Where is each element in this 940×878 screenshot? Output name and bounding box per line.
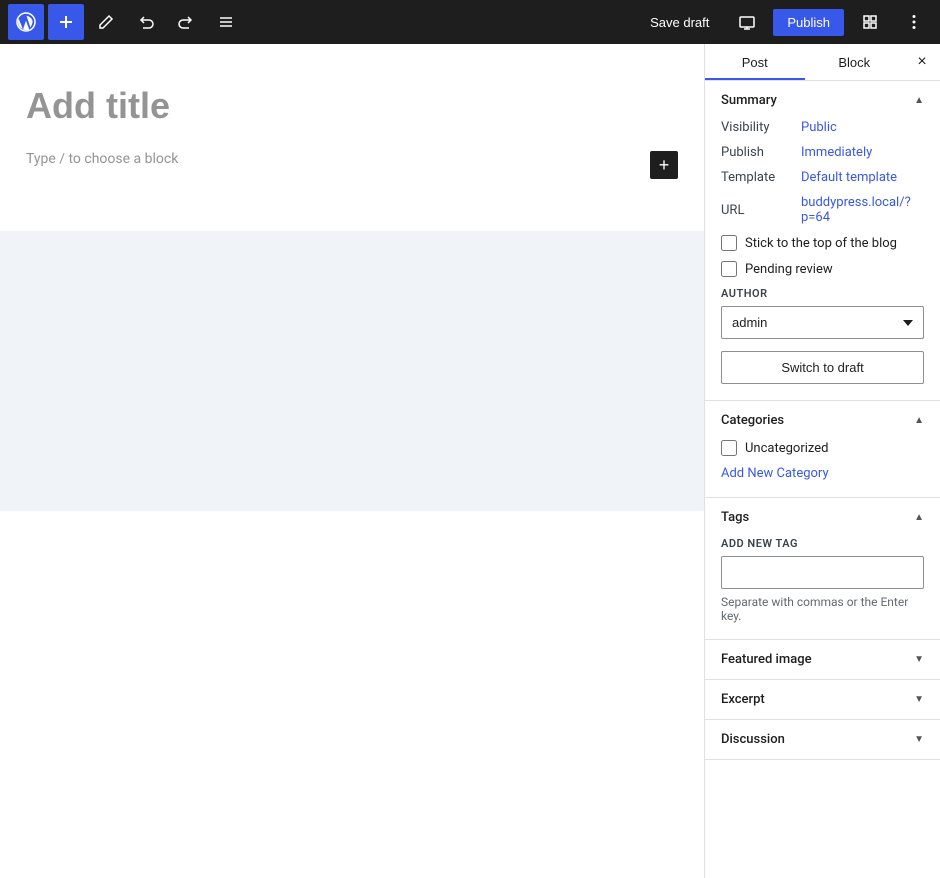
discussion-chevron-icon: ▼ bbox=[914, 734, 924, 745]
categories-chevron-icon: ▲ bbox=[914, 415, 924, 426]
publish-label: Publish bbox=[721, 145, 801, 160]
summary-url-row: URL buddypress.local/?p=64 bbox=[721, 195, 924, 225]
preview-button[interactable] bbox=[729, 4, 765, 40]
visibility-label: Visibility bbox=[721, 120, 801, 135]
tags-chevron-icon: ▲ bbox=[914, 512, 924, 523]
summary-publish-row: Publish Immediately bbox=[721, 145, 924, 160]
save-draft-button[interactable]: Save draft bbox=[638, 9, 721, 36]
block-placeholder-text: Type / to choose a block bbox=[26, 151, 638, 167]
toolbar-left bbox=[8, 4, 634, 40]
sidebar-close-button[interactable]: × bbox=[904, 44, 940, 80]
main-layout: Type / to choose a block + Post Block × … bbox=[0, 44, 940, 878]
section-discussion: Discussion ▼ bbox=[705, 720, 940, 760]
post-title-input[interactable] bbox=[26, 84, 678, 127]
summary-heading: Summary bbox=[721, 93, 777, 108]
tags-hint: Separate with commas or the Enter key. bbox=[721, 595, 924, 623]
tags-section-header[interactable]: Tags ▲ bbox=[705, 498, 940, 537]
template-value[interactable]: Default template bbox=[801, 170, 897, 185]
excerpt-heading: Excerpt bbox=[721, 692, 765, 707]
publish-button[interactable]: Publish bbox=[773, 9, 844, 36]
categories-heading: Categories bbox=[721, 413, 784, 428]
edit-mode-button[interactable] bbox=[88, 4, 124, 40]
tags-heading: Tags bbox=[721, 510, 749, 525]
author-section: AUTHOR admin bbox=[721, 287, 924, 339]
sidebar-tabs: Post Block × bbox=[705, 44, 940, 81]
discussion-heading: Discussion bbox=[721, 732, 785, 747]
summary-visibility-row: Visibility Public bbox=[721, 120, 924, 135]
excerpt-chevron-icon: ▼ bbox=[914, 694, 924, 705]
excerpt-section-header[interactable]: Excerpt ▼ bbox=[705, 680, 940, 719]
stick-to-top-checkbox[interactable] bbox=[721, 235, 737, 251]
categories-section-header[interactable]: Categories ▲ bbox=[705, 401, 940, 440]
pending-review-row: Pending review bbox=[721, 261, 924, 277]
tags-input[interactable] bbox=[721, 556, 924, 589]
editor-area: Type / to choose a block + bbox=[0, 44, 704, 878]
list-view-button[interactable] bbox=[208, 4, 244, 40]
add-new-category-link[interactable]: Add New Category bbox=[721, 466, 924, 481]
add-inline-block-button[interactable]: + bbox=[650, 151, 678, 179]
sidebar: Post Block × Summary ▲ Visibility Public bbox=[704, 44, 940, 878]
sidebar-body: Summary ▲ Visibility Public Publish Imme… bbox=[705, 81, 940, 878]
template-label: Template bbox=[721, 170, 801, 185]
featured-image-chevron-icon: ▼ bbox=[914, 654, 924, 665]
featured-image-heading: Featured image bbox=[721, 652, 812, 667]
more-options-button[interactable] bbox=[896, 4, 932, 40]
toolbar: Save draft Publish bbox=[0, 0, 940, 44]
wp-logo-button[interactable] bbox=[8, 4, 44, 40]
publish-value[interactable]: Immediately bbox=[801, 145, 872, 160]
undo-button[interactable] bbox=[128, 4, 164, 40]
editor-content: Type / to choose a block + bbox=[2, 44, 702, 231]
uncategorized-label: Uncategorized bbox=[745, 441, 828, 456]
discussion-section-header[interactable]: Discussion ▼ bbox=[705, 720, 940, 759]
stick-to-top-label: Stick to the top of the blog bbox=[745, 236, 897, 251]
tags-section-body: ADD NEW TAG Separate with commas or the … bbox=[705, 537, 940, 639]
block-inserter-area: Type / to choose a block + bbox=[26, 151, 678, 191]
add-block-button[interactable] bbox=[48, 4, 84, 40]
stick-to-top-row: Stick to the top of the blog bbox=[721, 235, 924, 251]
author-select[interactable]: admin bbox=[721, 306, 924, 339]
url-label: URL bbox=[721, 203, 801, 218]
summary-chevron-icon: ▲ bbox=[914, 95, 924, 106]
uncategorized-checkbox[interactable] bbox=[721, 440, 737, 456]
pending-review-checkbox[interactable] bbox=[721, 261, 737, 277]
visibility-value[interactable]: Public bbox=[801, 120, 837, 135]
editor-bottom-area bbox=[0, 231, 704, 511]
tab-block[interactable]: Block bbox=[805, 44, 905, 80]
section-tags: Tags ▲ ADD NEW TAG Separate with commas … bbox=[705, 498, 940, 640]
section-featured-image: Featured image ▼ bbox=[705, 640, 940, 680]
section-summary: Summary ▲ Visibility Public Publish Imme… bbox=[705, 81, 940, 401]
tab-post[interactable]: Post bbox=[705, 44, 805, 80]
pending-review-label: Pending review bbox=[745, 262, 833, 277]
uncategorized-row: Uncategorized bbox=[721, 440, 924, 456]
section-categories: Categories ▲ Uncategorized Add New Categ… bbox=[705, 401, 940, 498]
toolbar-right: Save draft Publish bbox=[638, 4, 932, 40]
settings-button[interactable] bbox=[852, 4, 888, 40]
categories-section-body: Uncategorized Add New Category bbox=[705, 440, 940, 497]
add-new-tag-label: ADD NEW TAG bbox=[721, 537, 924, 550]
redo-button[interactable] bbox=[168, 4, 204, 40]
switch-to-draft-button[interactable]: Switch to draft bbox=[721, 351, 924, 384]
featured-image-section-header[interactable]: Featured image ▼ bbox=[705, 640, 940, 679]
author-field-label: AUTHOR bbox=[721, 287, 924, 300]
summary-section-body: Visibility Public Publish Immediately Te… bbox=[705, 120, 940, 400]
section-excerpt: Excerpt ▼ bbox=[705, 680, 940, 720]
url-value[interactable]: buddypress.local/?p=64 bbox=[801, 195, 924, 225]
summary-section-header[interactable]: Summary ▲ bbox=[705, 81, 940, 120]
summary-template-row: Template Default template bbox=[721, 170, 924, 185]
